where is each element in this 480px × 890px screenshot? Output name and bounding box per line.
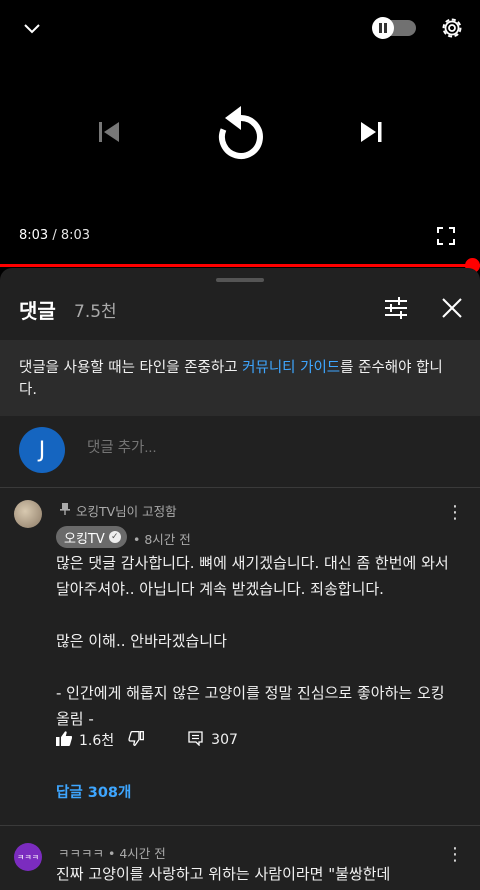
progress-bar[interactable] — [0, 264, 480, 267]
verified-icon: ✓ — [108, 531, 121, 543]
autoplay-toggle[interactable] — [372, 17, 416, 39]
like-count: 1.6천 — [79, 733, 115, 749]
comments-count: 7.5천 — [74, 302, 117, 322]
comment-text: 진짜 고양이를 사랑하고 위하는 사람이라면 "불쌍한데 — [56, 865, 391, 883]
comments-title: 댓글 — [19, 299, 56, 323]
settings-gear-icon[interactable] — [439, 15, 465, 41]
comment-meta: ㅋㅋㅋㅋ • 4시간 전 — [58, 843, 166, 862]
comment-avatar[interactable] — [14, 500, 42, 528]
comment-author: ㅋㅋㅋㅋ — [58, 846, 105, 861]
user-avatar: J — [19, 427, 65, 473]
close-icon[interactable] — [441, 297, 463, 319]
view-replies-link[interactable]: 답글 308개 — [56, 781, 131, 802]
video-player[interactable]: 8:03 / 8:03 — [0, 0, 480, 273]
pause-icon — [372, 17, 394, 39]
thumbs-down-icon[interactable] — [128, 730, 145, 750]
time-separator: / — [48, 228, 61, 243]
filter-sort-icon[interactable] — [384, 297, 408, 319]
add-comment-input[interactable] — [85, 439, 389, 457]
comment-author: 오킹TV — [64, 531, 105, 547]
replay-icon[interactable] — [216, 106, 266, 162]
divider — [0, 487, 480, 488]
author-chip[interactable]: 오킹TV ✓ — [56, 526, 127, 548]
more-vert-icon[interactable]: ⋮ — [446, 504, 464, 522]
current-time: 8:03 — [19, 228, 49, 243]
pin-icon — [60, 503, 70, 518]
community-guidelines-link[interactable]: 커뮤니티 가이드 — [242, 360, 340, 376]
next-track-icon[interactable] — [359, 121, 383, 143]
pinned-indicator: 오킹TV님이 고정함 — [60, 501, 177, 520]
chevron-down-icon[interactable] — [22, 18, 42, 38]
previous-track-icon — [97, 121, 121, 143]
notice-text-prefix: 댓글을 사용할 때는 타인을 존중하고 — [19, 360, 243, 376]
comment-timestamp: • 8시간 전 — [133, 532, 191, 547]
comment-text: 많은 댓글 감사합니다. 뼈에 새기겠습니다. 대신 좀 한번에 와서 달아주셔… — [56, 554, 449, 728]
community-notice: 댓글을 사용할 때는 타인을 존중하고 커뮤니티 가이드를 준수해야 합니다. — [0, 340, 480, 416]
reply-count: 307 — [211, 732, 238, 748]
fullscreen-icon[interactable] — [437, 227, 455, 245]
duration: 8:03 — [60, 228, 91, 243]
comments-panel: 댓글 7.5천 댓글을 사용할 때는 타인을 존중하고 커뮤니티 가이드를 준수… — [0, 268, 480, 890]
thumbs-up-icon[interactable] — [56, 730, 73, 750]
time-display: 8:03 / 8:03 — [19, 228, 90, 243]
drag-handle[interactable] — [216, 278, 264, 282]
pinned-label: 오킹TV님이 고정함 — [76, 504, 177, 519]
reply-icon[interactable] — [188, 730, 203, 750]
divider — [0, 825, 480, 826]
comment-avatar[interactable]: ㅋㅋㅋ — [14, 843, 42, 871]
comment-actions: 1.6천 307 — [56, 730, 238, 750]
comment-timestamp: • 4시간 전 — [108, 846, 166, 861]
